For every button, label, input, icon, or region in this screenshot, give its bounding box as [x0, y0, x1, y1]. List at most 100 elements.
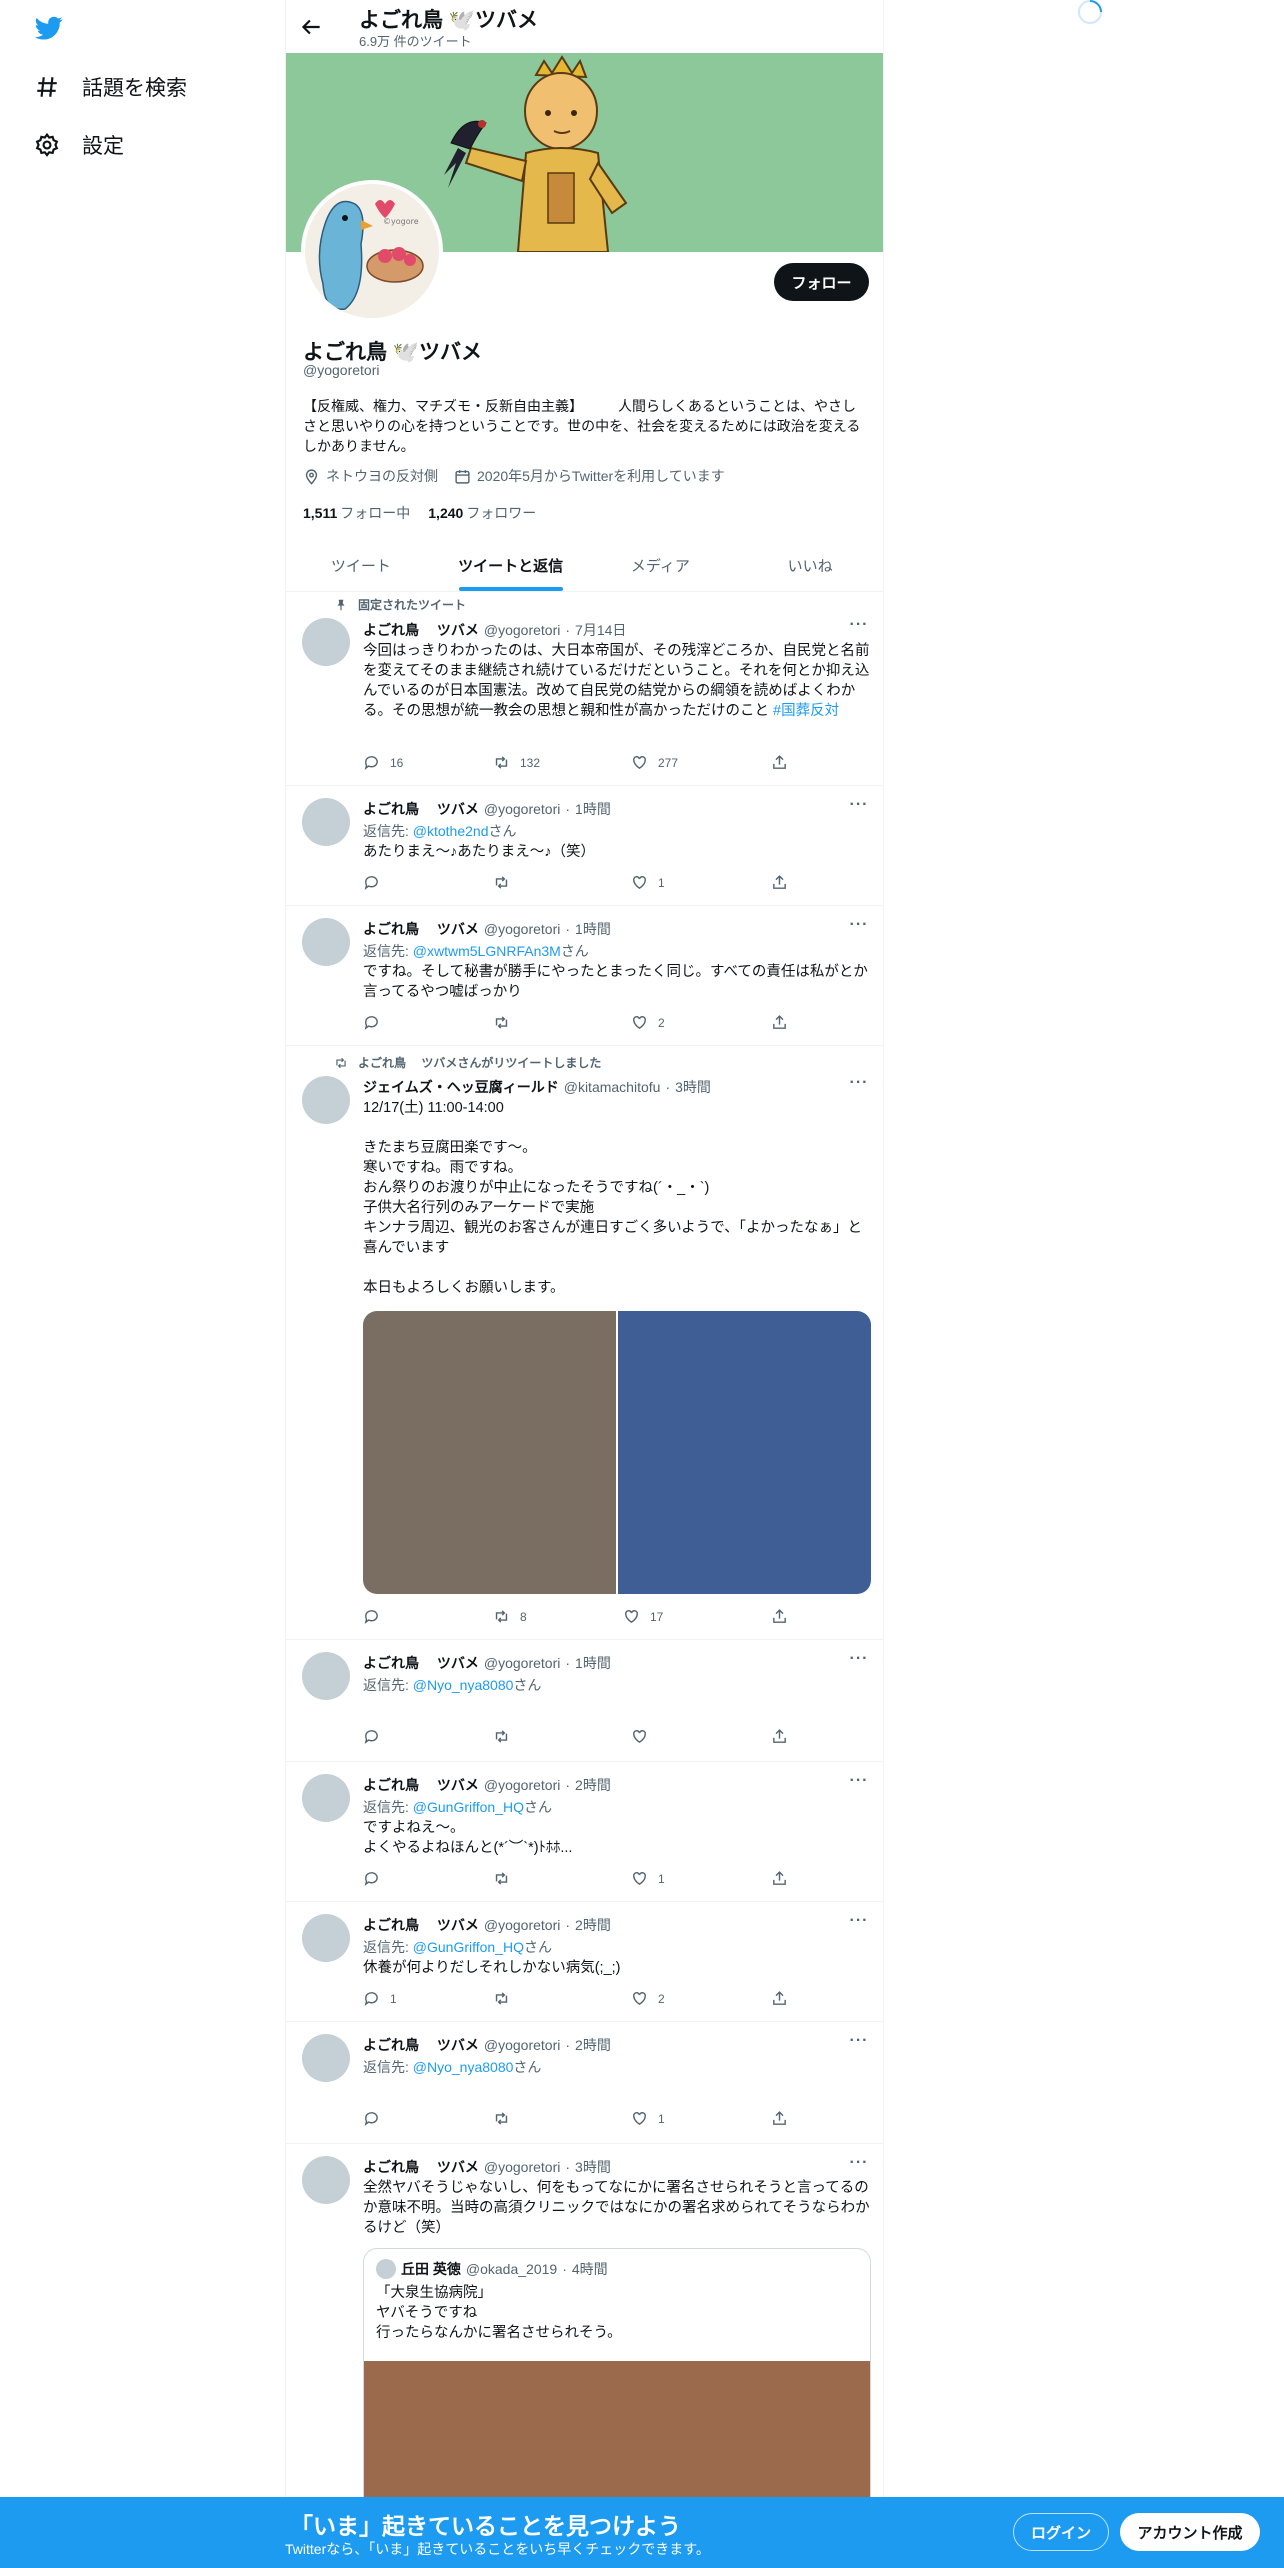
reply-to-link[interactable]: @ktothe2nd: [413, 823, 489, 839]
like-button[interactable]: [631, 1728, 658, 1745]
reply-button[interactable]: 16: [363, 754, 403, 771]
share-button[interactable]: [771, 1014, 788, 1031]
tweet-item[interactable]: よごれ鳥 ツバメ @yogoretori · 2時間 ··· 返信先: @Gun…: [286, 1902, 883, 2022]
tweet-time[interactable]: 2時間: [575, 1775, 611, 1795]
tweet-time[interactable]: 1時間: [575, 799, 611, 819]
tweet-author-name[interactable]: よごれ鳥 ツバメ: [363, 1915, 479, 1935]
tweet-author-handle[interactable]: @yogoretori: [484, 801, 560, 817]
more-icon[interactable]: ···: [849, 617, 869, 638]
like-button[interactable]: 2: [631, 1014, 665, 1031]
share-button[interactable]: [771, 1870, 788, 1887]
tweet-item[interactable]: よごれ鳥 ツバメ @yogoretori · 1時間 ··· 返信先: @xwt…: [286, 906, 883, 1046]
reply-button[interactable]: [363, 2110, 390, 2127]
tweet-time[interactable]: 1時間: [575, 1653, 611, 1673]
like-button[interactable]: 1: [631, 2110, 665, 2127]
more-icon[interactable]: ···: [849, 2155, 869, 2176]
retweet-button[interactable]: [493, 874, 520, 891]
reply-button[interactable]: [363, 1728, 390, 1745]
avatar[interactable]: [302, 2156, 350, 2204]
twitter-logo-icon[interactable]: [34, 14, 64, 42]
reply-button[interactable]: [363, 874, 390, 891]
tweet-author-handle[interactable]: @yogoretori: [484, 1777, 560, 1793]
share-button[interactable]: [771, 1990, 788, 2007]
tweet-image[interactable]: [363, 1311, 616, 1594]
nav-settings[interactable]: 設定: [34, 130, 124, 160]
tweet-author-name[interactable]: よごれ鳥 ツバメ: [363, 1775, 479, 1795]
tweet-author-name[interactable]: よごれ鳥 ツバメ: [363, 2035, 479, 2055]
retweet-button[interactable]: [493, 1990, 520, 2007]
avatar[interactable]: [302, 2034, 350, 2082]
reply-button[interactable]: 1: [363, 1990, 397, 2007]
share-button[interactable]: [771, 754, 788, 771]
tweet-item[interactable]: よごれ鳥 ツバメさんがリツイートしました ジェイムズ・ヘッ豆腐ィールド @kit…: [286, 1046, 883, 1640]
retweet-button[interactable]: [493, 1870, 520, 1887]
avatar[interactable]: [302, 1652, 350, 1700]
tab-tweets[interactable]: ツイート: [286, 540, 436, 591]
tweet-author-handle[interactable]: @yogoretori: [484, 1655, 560, 1671]
tweet-author-name[interactable]: よごれ鳥 ツバメ: [363, 919, 479, 939]
tab-tweets-and-replies[interactable]: ツイートと返信: [436, 540, 586, 591]
retweet-button[interactable]: 132: [493, 754, 540, 771]
like-button[interactable]: 2: [631, 1990, 665, 2007]
tweet-image[interactable]: [618, 1311, 871, 1594]
tweet-media-grid[interactable]: [363, 1311, 871, 1594]
more-icon[interactable]: ···: [849, 2033, 869, 2054]
avatar[interactable]: [302, 618, 350, 666]
tweet-time[interactable]: 1時間: [575, 919, 611, 939]
tweet-author-name[interactable]: よごれ鳥 ツバメ: [363, 1653, 479, 1673]
signup-button[interactable]: アカウント作成: [1120, 2513, 1260, 2551]
tab-media[interactable]: メディア: [586, 540, 736, 591]
tweet-time[interactable]: 2時間: [575, 2035, 611, 2055]
tweet-author-name[interactable]: ジェイムズ・ヘッ豆腐ィールド: [363, 1077, 559, 1097]
avatar[interactable]: [302, 1076, 350, 1124]
reply-to-link[interactable]: @Nyo_nya8080: [413, 1677, 514, 1693]
avatar[interactable]: [302, 798, 350, 846]
tweet-item[interactable]: 固定されたツイート よごれ鳥 ツバメ @yogoretori · 7月14日 ·…: [286, 592, 883, 786]
tweet-time[interactable]: 3時間: [675, 1077, 711, 1097]
reply-button[interactable]: [363, 1608, 390, 1625]
more-icon[interactable]: ···: [849, 797, 869, 818]
more-icon[interactable]: ···: [849, 1075, 869, 1096]
reply-button[interactable]: [363, 1870, 390, 1887]
tweet-time[interactable]: 7月14日: [575, 620, 626, 640]
share-button[interactable]: [771, 2110, 788, 2127]
share-button[interactable]: [771, 1608, 788, 1625]
tweet-time[interactable]: 3時間: [575, 2157, 611, 2177]
login-button[interactable]: ログイン: [1013, 2513, 1109, 2551]
avatar[interactable]: [302, 1774, 350, 1822]
like-button[interactable]: 277: [631, 754, 678, 771]
retweet-button[interactable]: [493, 2110, 520, 2127]
tweet-author-handle[interactable]: @yogoretori: [484, 2159, 560, 2175]
share-button[interactable]: [771, 874, 788, 891]
more-icon[interactable]: ···: [849, 917, 869, 938]
avatar[interactable]: [302, 918, 350, 966]
more-icon[interactable]: ···: [849, 1913, 869, 1934]
nav-explore[interactable]: 話題を検索: [34, 72, 187, 102]
reply-to-link[interactable]: @Nyo_nya8080: [413, 2059, 514, 2075]
tweet-time[interactable]: 2時間: [575, 1915, 611, 1935]
retweet-button[interactable]: [493, 1014, 520, 1031]
like-button[interactable]: 1: [631, 1870, 665, 1887]
tweet-author-handle[interactable]: @yogoretori: [484, 921, 560, 937]
followers-link[interactable]: 1,240 フォロワー: [428, 503, 536, 523]
reply-to-link[interactable]: @GunGriffon_HQ: [413, 1799, 524, 1815]
reply-button[interactable]: [363, 1014, 390, 1031]
tweet-item[interactable]: よごれ鳥 ツバメ @yogoretori · 1時間 ··· 返信先: @kto…: [286, 786, 883, 906]
more-icon[interactable]: ···: [849, 1773, 869, 1794]
like-button[interactable]: 1: [631, 874, 665, 891]
follow-button[interactable]: フォロー: [774, 263, 869, 301]
tweet-item[interactable]: よごれ鳥 ツバメ @yogoretori · 2時間 ··· 返信先: @Nyo…: [286, 2022, 883, 2144]
retweet-button[interactable]: [493, 1728, 520, 1745]
tweet-author-name[interactable]: よごれ鳥 ツバメ: [363, 620, 479, 640]
tweet-author-name[interactable]: よごれ鳥 ツバメ: [363, 799, 479, 819]
tweet-author-name[interactable]: よごれ鳥 ツバメ: [363, 2157, 479, 2177]
tweet-author-handle[interactable]: @yogoretori: [484, 1917, 560, 1933]
following-link[interactable]: 1,511 フォロー中: [303, 503, 410, 523]
retweet-button[interactable]: 8: [493, 1608, 527, 1625]
like-button[interactable]: 17: [623, 1608, 663, 1625]
tweet-item[interactable]: よごれ鳥 ツバメ @yogoretori · 1時間 ··· 返信先: @Nyo…: [286, 1640, 883, 1762]
tab-likes[interactable]: いいね: [735, 540, 883, 591]
reply-to-link[interactable]: @xwtwm5LGNRFAn3M: [413, 943, 561, 959]
profile-avatar[interactable]: ©yogore: [301, 180, 443, 322]
tweet-author-handle[interactable]: @kitamachitofu: [564, 1079, 661, 1095]
